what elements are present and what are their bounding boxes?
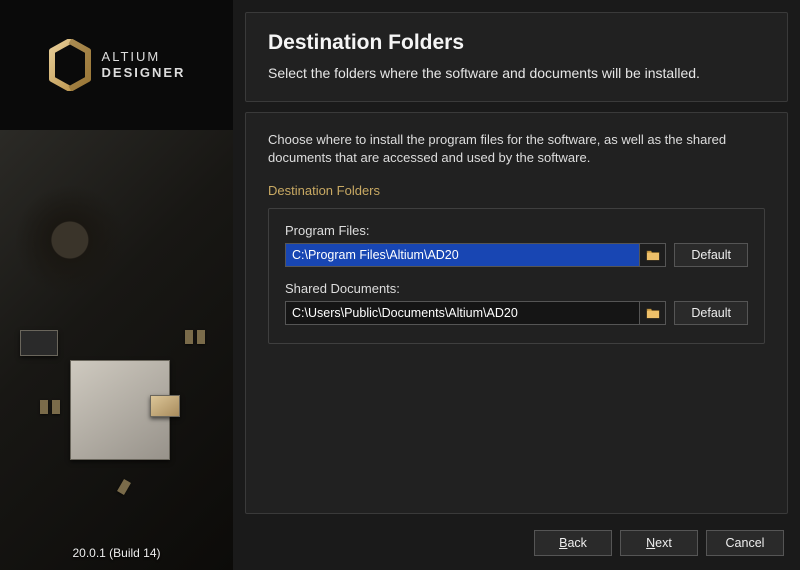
page-subtitle: Select the folders where the software an… bbox=[268, 65, 765, 81]
version-label: 20.0.1 (Build 14) bbox=[0, 546, 233, 560]
cancel-button[interactable]: Cancel bbox=[706, 530, 784, 556]
next-button[interactable]: Next bbox=[620, 530, 698, 556]
brand-logo: ALTIUM DESIGNER bbox=[0, 0, 233, 130]
shared-docs-label: Shared Documents: bbox=[285, 281, 748, 296]
page-title: Destination Folders bbox=[268, 31, 765, 55]
shared-docs-path-wrap bbox=[285, 301, 666, 325]
shared-docs-row: Shared Documents: Default bbox=[285, 281, 748, 325]
sidebar: ALTIUM DESIGNER 20.0.1 (Build 14) bbox=[0, 0, 233, 570]
sidebar-artwork: 20.0.1 (Build 14) bbox=[0, 130, 233, 570]
shared-docs-browse-button[interactable] bbox=[639, 302, 665, 324]
program-files-label: Program Files: bbox=[285, 223, 748, 238]
back-button[interactable]: Back bbox=[534, 530, 612, 556]
folder-icon bbox=[646, 307, 660, 319]
header-card: Destination Folders Select the folders w… bbox=[245, 12, 788, 102]
brand-line2: DESIGNER bbox=[102, 65, 186, 81]
main-panel: Destination Folders Select the folders w… bbox=[233, 0, 800, 570]
shared-docs-default-button[interactable]: Default bbox=[674, 301, 748, 325]
intro-text: Choose where to install the program file… bbox=[268, 131, 765, 167]
program-files-path-wrap bbox=[285, 243, 666, 267]
fields-group: Program Files: Default bbox=[268, 208, 765, 344]
back-button-rest: ack bbox=[567, 536, 586, 550]
program-files-input[interactable] bbox=[286, 244, 639, 266]
wizard-footer: Back Next Cancel bbox=[245, 524, 788, 558]
program-files-row: Program Files: Default bbox=[285, 223, 748, 267]
altium-logo-icon bbox=[48, 39, 92, 91]
program-files-browse-button[interactable] bbox=[639, 244, 665, 266]
section-title: Destination Folders bbox=[268, 183, 765, 198]
shared-docs-input[interactable] bbox=[286, 302, 639, 324]
brand-text: ALTIUM DESIGNER bbox=[102, 49, 186, 82]
program-files-default-button[interactable]: Default bbox=[674, 243, 748, 267]
folder-icon bbox=[646, 249, 660, 261]
next-button-rest: ext bbox=[655, 536, 672, 550]
brand-line1: ALTIUM bbox=[102, 49, 186, 65]
body-card: Choose where to install the program file… bbox=[245, 112, 788, 514]
